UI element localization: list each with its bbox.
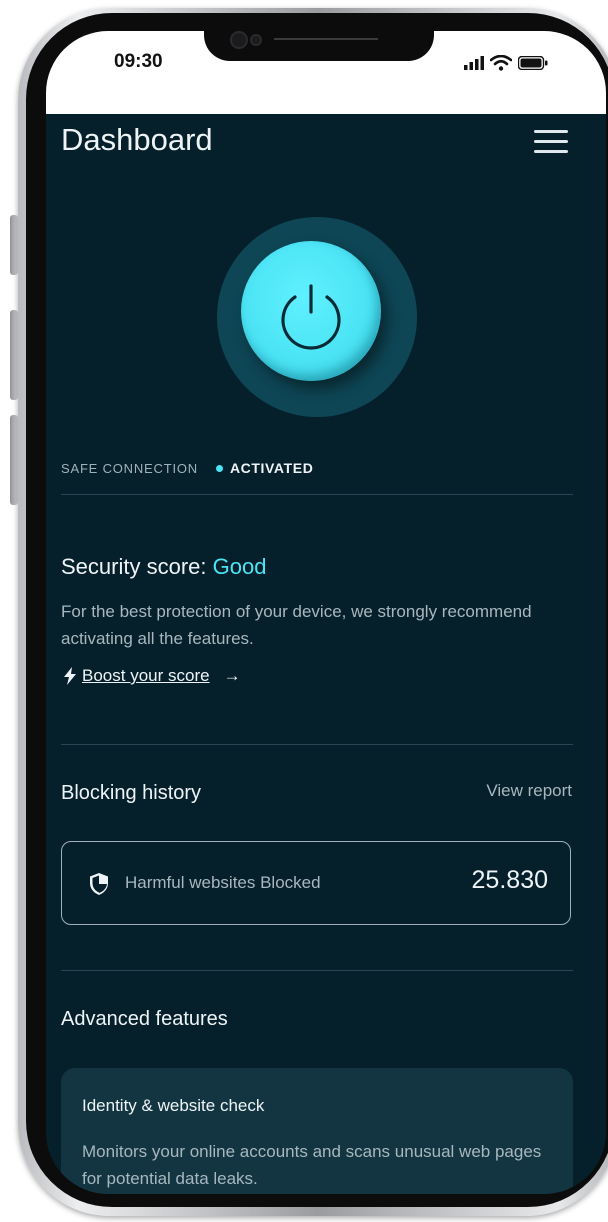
divider xyxy=(61,494,573,495)
arrow-right-icon: → xyxy=(223,666,241,685)
blocked-websites-count: 25.830 xyxy=(471,866,548,894)
phone-mockup: 09:30 Dashboard SAFE CONNECTION ACTIVATE… xyxy=(0,0,608,1222)
wifi-icon xyxy=(490,55,512,71)
sensor xyxy=(250,34,262,46)
divider xyxy=(61,744,573,745)
notch xyxy=(204,31,434,61)
blocked-websites-card: Harmful websites Blocked 25.830 xyxy=(61,841,571,925)
advanced-features-title: Advanced features xyxy=(61,1008,228,1030)
blocked-websites-label: Harmful websites Blocked xyxy=(125,873,321,892)
power-button[interactable] xyxy=(241,241,381,381)
speaker-grill xyxy=(274,38,378,40)
lightning-bolt-icon xyxy=(64,667,76,685)
status-icons xyxy=(464,55,548,71)
blocking-history-title: Blocking history xyxy=(61,782,202,804)
status-dot-icon xyxy=(215,464,223,472)
boost-score-label: Boost your score xyxy=(82,666,210,685)
mute-switch xyxy=(10,215,18,275)
front-camera xyxy=(230,31,248,49)
battery-icon xyxy=(518,56,548,70)
hamburger-menu-icon[interactable] xyxy=(534,128,568,156)
boost-score-link[interactable]: Boost your score → xyxy=(64,666,241,686)
connection-state: ACTIVATED xyxy=(229,460,314,476)
feature-title: Identity & website check xyxy=(82,1096,265,1115)
volume-up-button xyxy=(10,310,18,400)
cellular-signal-icon xyxy=(464,56,484,70)
status-bar: 09:30 xyxy=(46,31,606,114)
feature-card-identity-check[interactable]: Identity & website check Monitors your o… xyxy=(61,1068,573,1194)
view-report-link[interactable]: View report xyxy=(486,781,572,801)
power-button-ring xyxy=(217,217,417,417)
power-icon xyxy=(281,284,341,350)
page-title: Dashboard xyxy=(61,122,213,157)
feature-description: Monitors your online accounts and scans … xyxy=(82,1142,542,1188)
dashboard-screen: Dashboard SAFE CONNECTION ACTIVATED Secu… xyxy=(46,114,606,1194)
security-score-value: Good xyxy=(212,554,267,579)
phone-screen: 09:30 Dashboard SAFE CONNECTION ACTIVATE… xyxy=(46,31,606,1194)
connection-label: SAFE CONNECTION xyxy=(61,460,198,476)
security-score-label: Security score: xyxy=(61,554,207,579)
shield-icon xyxy=(90,873,108,895)
status-time: 09:30 xyxy=(114,51,163,72)
security-score-description: For the best protection of your device, … xyxy=(61,602,532,648)
volume-down-button xyxy=(10,415,18,505)
divider xyxy=(61,970,573,971)
security-score-title: Security score: Good xyxy=(61,554,266,580)
connection-status: SAFE CONNECTION ACTIVATED xyxy=(61,460,313,476)
